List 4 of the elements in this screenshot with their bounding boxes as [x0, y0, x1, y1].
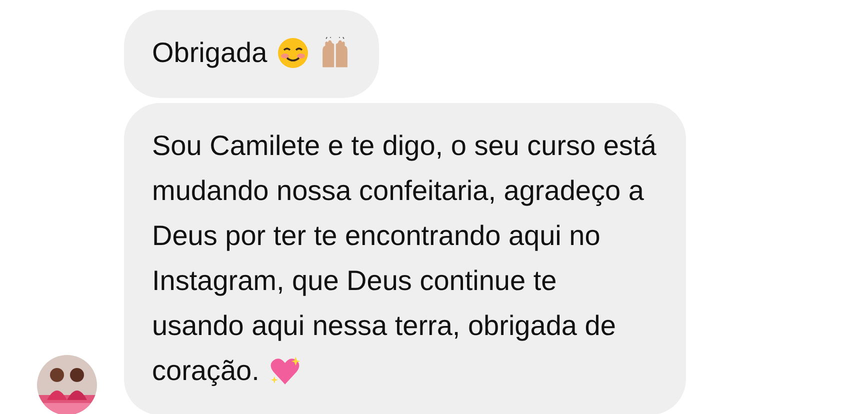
message-text: coração. [152, 354, 260, 388]
smiling-face-icon [277, 36, 310, 68]
heart-icon [269, 354, 302, 386]
message-text: Obrigada [152, 36, 268, 70]
